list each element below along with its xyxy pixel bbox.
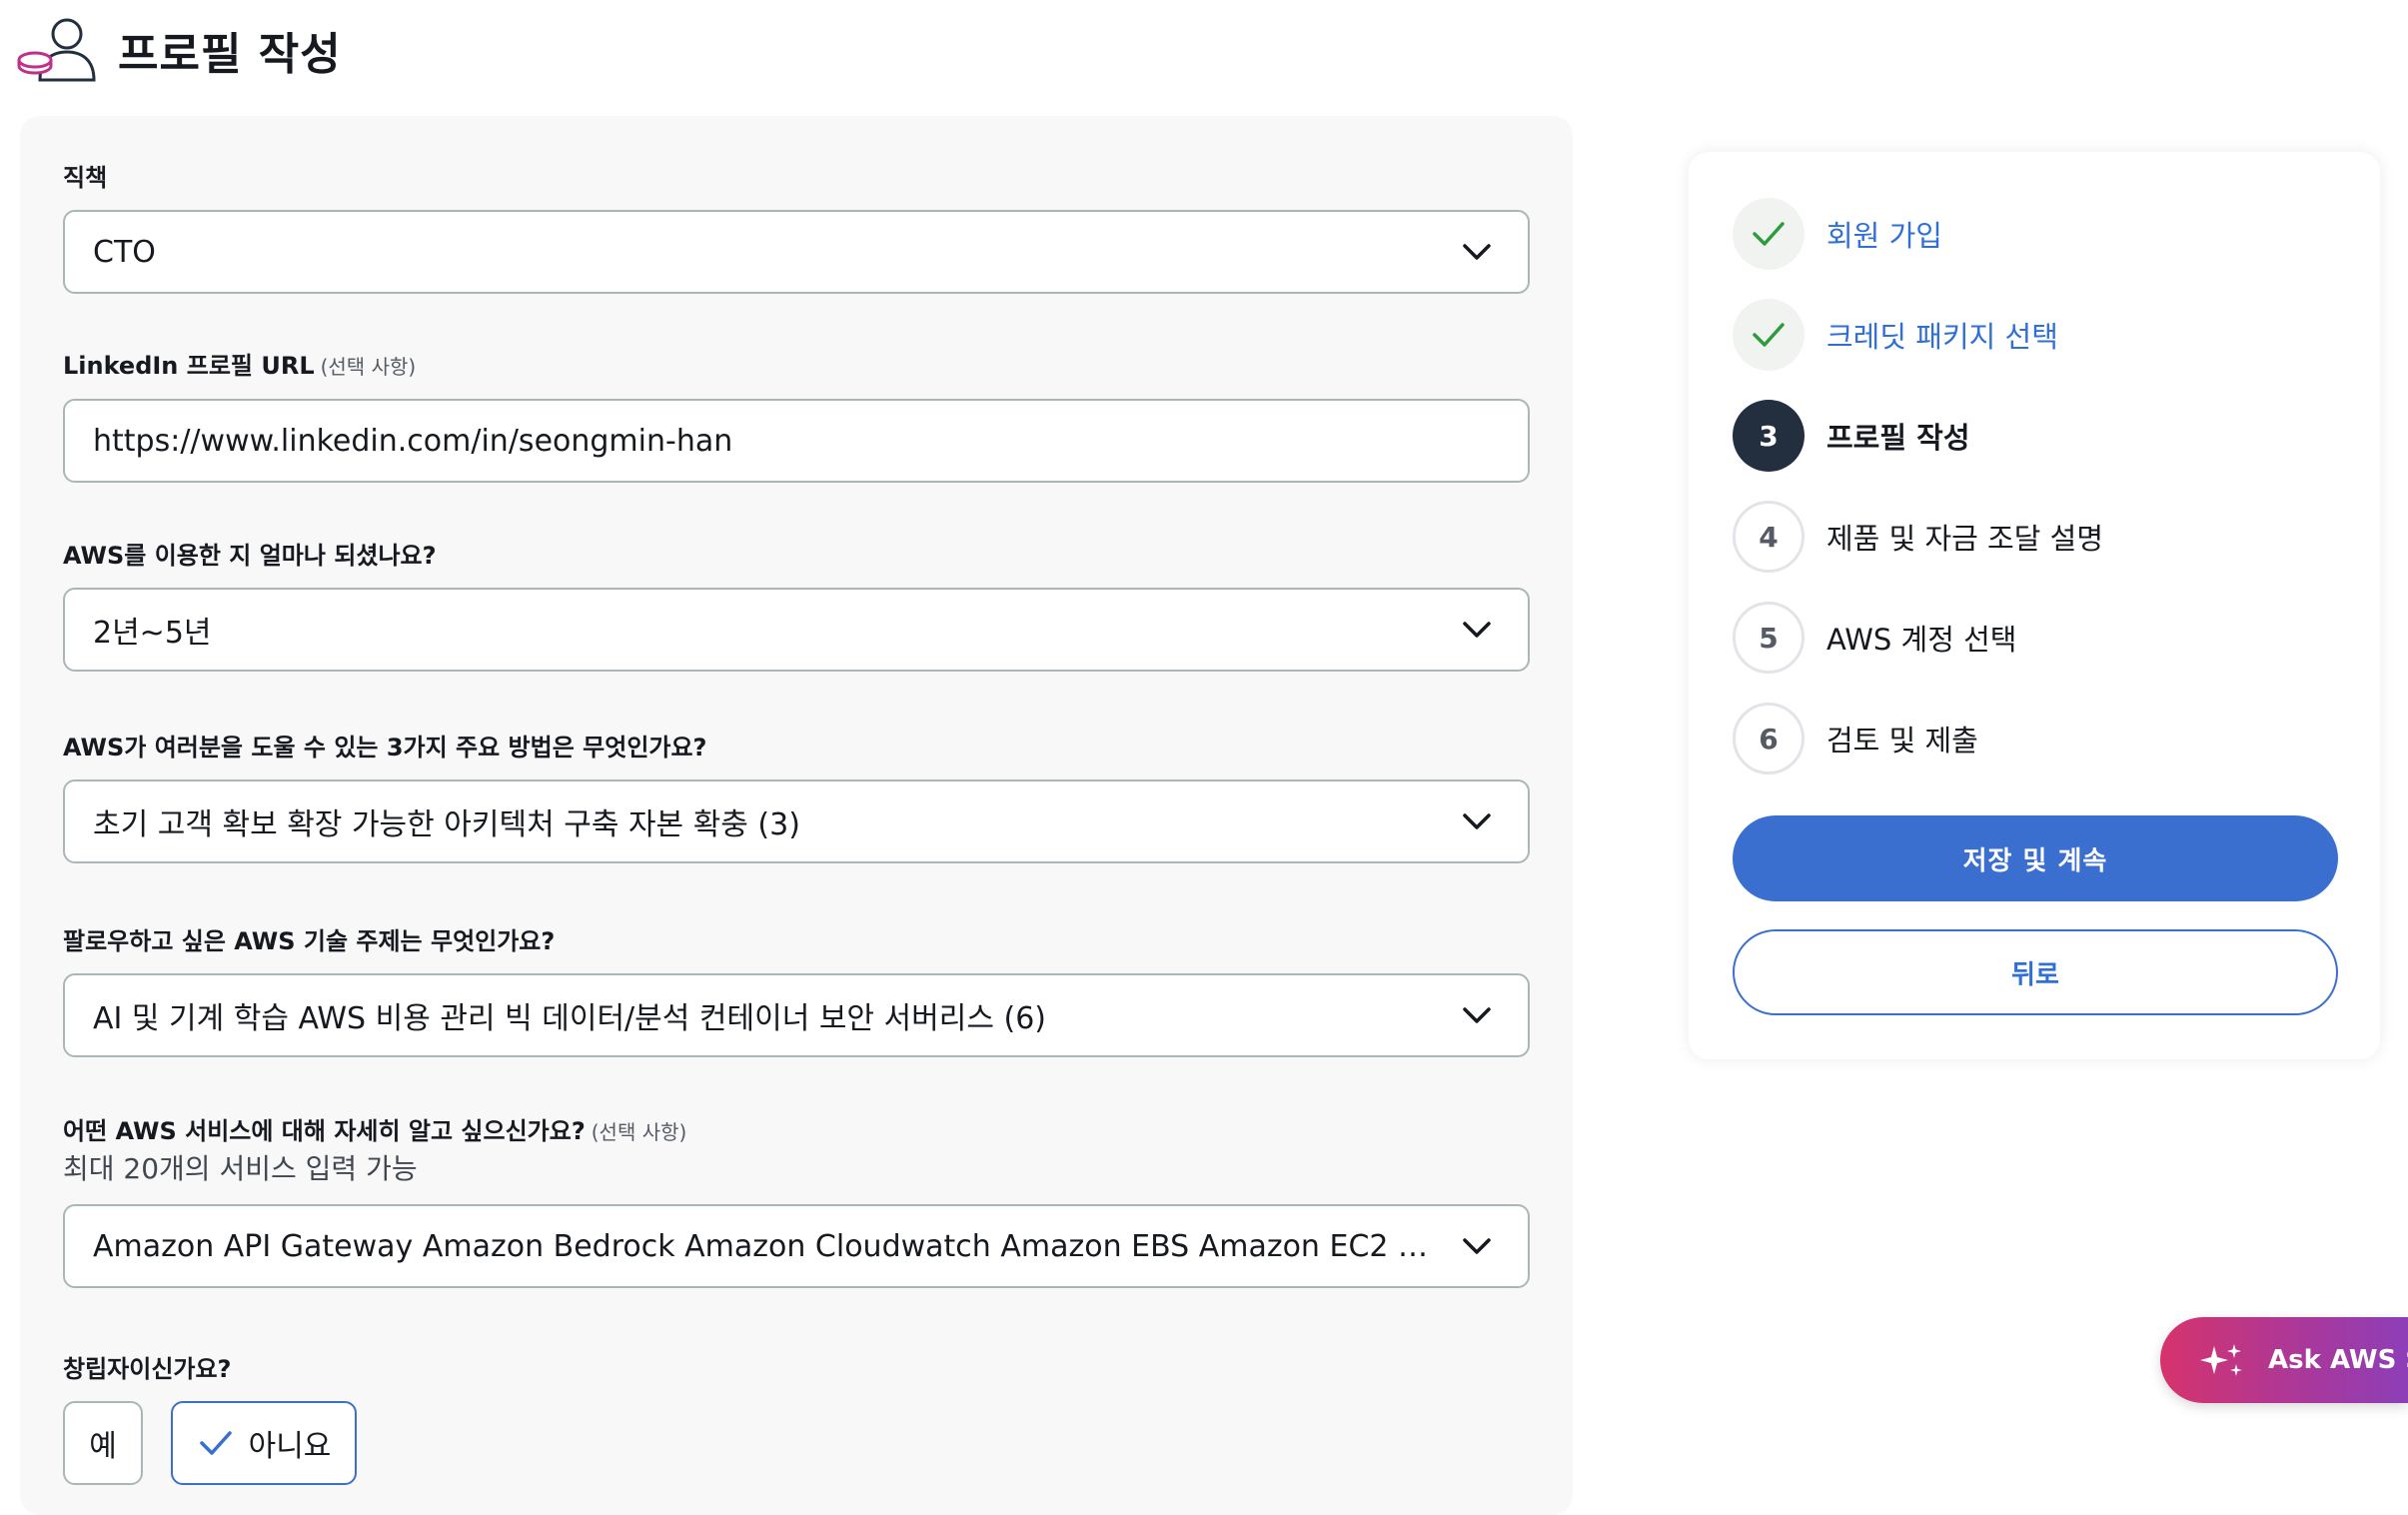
help-ways-multiselect[interactable]: 초기 고객 확보 확장 가능한 아키텍처 구축 자본 확충 (3) [63,779,1530,863]
tech-topics-label: 팔로우하고 싶은 AWS 기술 주제는 무엇인가요? [63,927,556,955]
profile-form: 직책 CTO LinkedIn 프로필 URL (선택 사항) https://w… [20,116,1573,1515]
services-hint: 최대 20개의 서비스 입력 가능 [63,1152,418,1185]
aws-usage-label: AWS를 이용한 지 얼마나 되셨나요? [63,542,437,570]
step-aws-account: 5 AWS 계정 선택 [1733,602,2017,674]
services-label-text: 어떤 AWS 서비스에 대해 자세히 알고 싶으신가요? [63,1117,586,1145]
checkmark-icon [1753,323,1785,347]
services-label: 어떤 AWS 서비스에 대해 자세히 알고 싶으신가요? (선택 사항) [63,1115,1530,1148]
sparkle-icon [2200,1344,2242,1376]
optional-tag: (선택 사항) [320,355,417,379]
page-title: 프로필 작성 [118,29,342,80]
founder-no-label: 아니요 [248,1429,332,1464]
back-button[interactable]: 뒤로 [1733,929,2338,1015]
page-header: 프로필 작성 [16,14,342,86]
founder-choices: 예 아니요 [63,1401,1530,1485]
linkedin-url-value: https://www.linkedin.com/in/seongmin-han [93,423,733,459]
help-ways-label: AWS가 여러분을 도울 수 있는 3가지 주요 방법은 무엇인가요? [63,734,707,761]
step-number-badge: 5 [1733,602,1805,674]
founder-label: 창립자이신가요? [63,1355,232,1383]
services-field: 어떤 AWS 서비스에 대해 자세히 알고 싶으신가요? (선택 사항) 최대 2… [63,1115,1530,1288]
tech-topics-multiselect[interactable]: AI 및 기계 학습 AWS 비용 관리 빅 데이터/분석 컨테이너 보안 서버… [63,973,1530,1057]
checkmark-icon [1753,222,1785,246]
chevron-down-icon [1463,813,1491,829]
job-title-field: 직책 CTO [63,162,1530,294]
job-title-value: CTO [93,234,156,270]
founder-yes-option[interactable]: 예 [63,1401,143,1485]
step-signup[interactable]: 회원 가입 [1733,198,1942,270]
step-number-badge: 4 [1733,501,1805,573]
step-label: 회원 가입 [1826,219,1942,253]
job-title-label: 직책 [63,164,108,192]
step-number-badge: 6 [1733,703,1805,774]
founder-yes-label: 예 [89,1429,117,1464]
ask-aws-label: Ask AWS St [2268,1345,2408,1375]
save-continue-button[interactable]: 저장 및 계속 [1733,815,2338,901]
step-label: 검토 및 제출 [1826,724,1978,758]
tech-topics-value: AI 및 기계 학습 AWS 비용 관리 빅 데이터/분석 컨테이너 보안 서버… [93,1001,1046,1036]
services-value: Amazon API Gateway Amazon Bedrock Amazon… [93,1228,1440,1264]
ask-aws-assistant-button[interactable]: Ask AWS St [2160,1317,2408,1403]
step-number-badge: 3 [1733,400,1805,472]
founder-no-option[interactable]: 아니요 [171,1401,357,1485]
user-profile-icon [17,18,96,82]
chevron-down-icon [1463,1238,1491,1254]
step-profile: 3 프로필 작성 [1733,400,1970,472]
step-label: AWS 계정 선택 [1826,623,2017,657]
step-product-funding: 4 제품 및 자금 조달 설명 [1733,501,2103,573]
job-title-select[interactable]: CTO [63,210,1530,294]
linkedin-url-input[interactable]: https://www.linkedin.com/in/seongmin-han [63,399,1530,483]
step-credit-package[interactable]: 크레딧 패키지 선택 [1733,299,2058,371]
chevron-down-icon [1463,622,1491,638]
chevron-down-icon [1463,244,1491,260]
help-ways-value: 초기 고객 확보 확장 가능한 아키텍처 구축 자본 확충 (3) [93,807,800,842]
founder-field: 창립자이신가요? 예 아니요 [63,1353,1530,1485]
step-label: 제품 및 자금 조달 설명 [1826,522,2103,556]
linkedin-label-text: LinkedIn 프로필 URL [63,352,315,380]
step-review-submit: 6 검토 및 제출 [1733,703,1978,774]
progress-steps-panel: 회원 가입 크레딧 패키지 선택 3 프로필 작성 4 제품 및 자금 조달 설… [1689,152,2380,1059]
chevron-down-icon [1463,1007,1491,1023]
step-label: 크레딧 패키지 선택 [1826,320,2058,354]
help-ways-field: AWS가 여러분을 도울 수 있는 3가지 주요 방법은 무엇인가요? 초기 고… [63,732,1530,863]
linkedin-label: LinkedIn 프로필 URL (선택 사항) [63,350,1530,383]
step-complete-badge [1733,299,1805,371]
optional-tag: (선택 사항) [591,1120,687,1144]
linkedin-field: LinkedIn 프로필 URL (선택 사항) https://www.link… [63,350,1530,483]
step-label: 프로필 작성 [1826,421,1970,455]
tech-topics-field: 팔로우하고 싶은 AWS 기술 주제는 무엇인가요? AI 및 기계 학습 AW… [63,925,1530,1057]
aws-usage-field: AWS를 이용한 지 얼마나 되셨나요? 2년~5년 [63,540,1530,672]
step-complete-badge [1733,198,1805,270]
aws-usage-value: 2년~5년 [93,616,212,651]
aws-usage-select[interactable]: 2년~5년 [63,588,1530,672]
services-multiselect[interactable]: Amazon API Gateway Amazon Bedrock Amazon… [63,1204,1530,1288]
checkmark-icon [199,1431,232,1455]
